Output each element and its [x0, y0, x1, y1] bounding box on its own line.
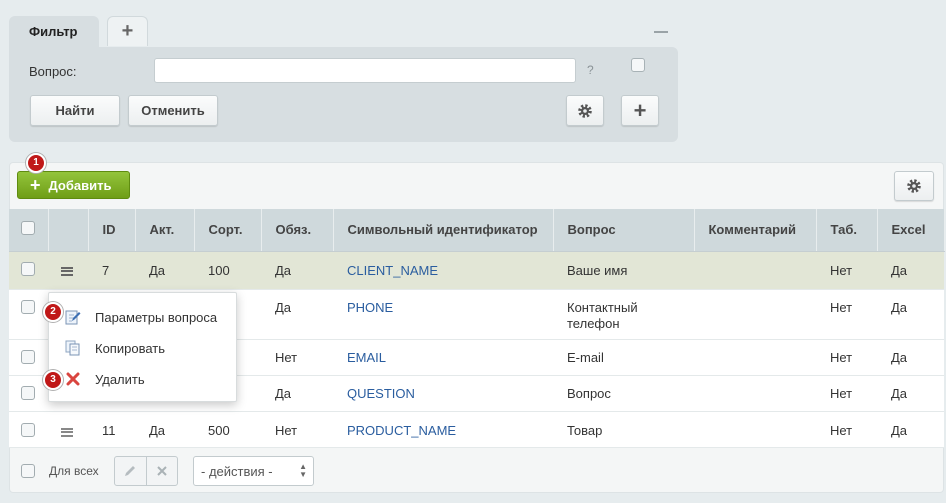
- cell-question: E-mail: [553, 339, 694, 376]
- cell-tab: Нет: [816, 411, 877, 448]
- cell-code[interactable]: QUESTION: [333, 375, 553, 412]
- cell-excel: Да: [877, 339, 944, 376]
- table-row[interactable]: 7 Да 100 Да CLIENT_NAME Ваше имя Нет Да: [9, 251, 944, 290]
- row-checkbox[interactable]: [21, 349, 35, 364]
- cell-code[interactable]: CLIENT_NAME: [333, 251, 553, 290]
- cell-question: Контактный телефон: [553, 289, 694, 340]
- column-header-sort[interactable]: Сорт.: [194, 209, 262, 252]
- column-header-tab[interactable]: Таб.: [816, 209, 878, 252]
- delete-icon: [66, 372, 80, 386]
- delete-selected-button[interactable]: [147, 457, 178, 485]
- select-all-checkbox[interactable]: [21, 221, 35, 236]
- apply-to-all-checkbox[interactable]: [21, 464, 35, 478]
- help-icon[interactable]: ?: [587, 63, 594, 77]
- group-actions-select-value: - действия -: [201, 464, 273, 479]
- plus-icon: +: [30, 175, 41, 195]
- step-badge-3: 3: [43, 370, 63, 390]
- add-button-label: Добавить: [48, 177, 112, 193]
- cell-tab: Нет: [816, 375, 877, 412]
- cell-question: Товар: [553, 411, 694, 448]
- cell-question: Ваше имя: [553, 251, 694, 290]
- column-header-active[interactable]: Акт.: [135, 209, 195, 252]
- column-header-actions: [48, 209, 89, 252]
- cell-excel: Да: [877, 375, 944, 412]
- menu-item-label: Копировать: [95, 341, 165, 356]
- column-header-excel[interactable]: Excel: [877, 209, 945, 252]
- filter-tab[interactable]: Фильтр: [9, 16, 99, 48]
- cell-active: Да: [135, 251, 194, 290]
- edit-icon: [65, 310, 81, 325]
- cell-tab: Нет: [816, 289, 877, 340]
- pencil-icon: [125, 466, 136, 476]
- select-arrows-icon: ▲ ▼: [299, 462, 307, 479]
- gear-icon: [907, 179, 921, 193]
- cell-required: Да: [261, 289, 333, 340]
- cell-excel: Да: [877, 289, 944, 340]
- cell-code[interactable]: PHONE: [333, 289, 553, 340]
- column-header-question[interactable]: Вопрос: [553, 209, 695, 252]
- row-checkbox[interactable]: [21, 299, 35, 314]
- row-checkbox[interactable]: [21, 385, 35, 400]
- cell-active: Да: [135, 411, 194, 448]
- row-menu-icon[interactable]: [61, 266, 73, 276]
- grid-settings-button[interactable]: [894, 171, 934, 201]
- menu-item-copy[interactable]: Копировать: [49, 334, 238, 362]
- row-checkbox[interactable]: [21, 261, 35, 276]
- cell-question: Вопрос: [553, 375, 694, 412]
- step-badge-2: 2: [43, 302, 63, 322]
- cell-required: Нет: [261, 411, 333, 448]
- cell-id: 11: [88, 411, 135, 448]
- menu-item-label: Параметры вопроса: [95, 310, 218, 325]
- cell-code[interactable]: EMAIL: [333, 339, 553, 376]
- cell-code[interactable]: PRODUCT_NAME: [333, 411, 553, 448]
- cell-required: Да: [261, 375, 333, 412]
- close-icon: [157, 466, 167, 476]
- find-button[interactable]: Найти: [30, 95, 120, 126]
- cell-comment: [694, 411, 816, 448]
- table-header: ID Акт. Сорт. Обяз. Символьный идентифик…: [9, 209, 945, 252]
- add-filter-field-button[interactable]: +: [621, 95, 659, 126]
- step-badge-1: 1: [26, 153, 46, 173]
- question-filter-label: Вопрос:: [29, 64, 77, 79]
- group-action-buttons: [114, 456, 178, 486]
- edit-selected-button[interactable]: [115, 457, 147, 485]
- cell-excel: Да: [877, 251, 944, 290]
- cell-id: 7: [88, 251, 135, 290]
- cell-required: Нет: [261, 339, 333, 376]
- collapse-filter-icon[interactable]: [654, 31, 668, 33]
- column-header-required[interactable]: Обяз.: [261, 209, 334, 252]
- table-row[interactable]: 11 Да 500 Нет PRODUCT_NAME Товар Нет Да: [9, 411, 944, 448]
- cell-sort: 100: [194, 251, 261, 290]
- filter-field-checkbox[interactable]: [631, 58, 645, 72]
- copy-icon: [65, 340, 80, 356]
- add-button[interactable]: + Добавить: [17, 171, 130, 199]
- cancel-button[interactable]: Отменить: [128, 95, 218, 126]
- row-checkbox[interactable]: [21, 422, 35, 437]
- cell-tab: Нет: [816, 251, 877, 290]
- cell-tab: Нет: [816, 339, 877, 376]
- group-actions-select[interactable]: - действия - ▲ ▼: [193, 456, 314, 486]
- apply-to-all-label: Для всех: [49, 464, 99, 478]
- menu-item-delete[interactable]: Удалить: [49, 365, 238, 393]
- cell-comment: [694, 289, 816, 340]
- menu-item-label: Удалить: [95, 372, 145, 387]
- cell-required: Да: [261, 251, 333, 290]
- cell-comment: [694, 375, 816, 412]
- column-header-code[interactable]: Символьный идентификатор: [333, 209, 554, 252]
- add-filter-tab-button[interactable]: +: [107, 16, 148, 46]
- cell-excel: Да: [877, 411, 944, 448]
- column-header-comment[interactable]: Комментарий: [694, 209, 817, 252]
- row-menu-icon[interactable]: [61, 427, 73, 437]
- cell-comment: [694, 339, 816, 376]
- question-filter-input[interactable]: [154, 58, 576, 83]
- menu-item-question-params[interactable]: Параметры вопроса: [49, 303, 238, 331]
- filter-settings-button[interactable]: [566, 95, 604, 126]
- cell-sort: 500: [194, 411, 261, 448]
- row-context-menu: Параметры вопроса Копировать Удалить: [48, 292, 237, 402]
- column-header-id[interactable]: ID: [88, 209, 136, 252]
- gear-icon: [578, 103, 592, 118]
- cell-comment: [694, 251, 816, 290]
